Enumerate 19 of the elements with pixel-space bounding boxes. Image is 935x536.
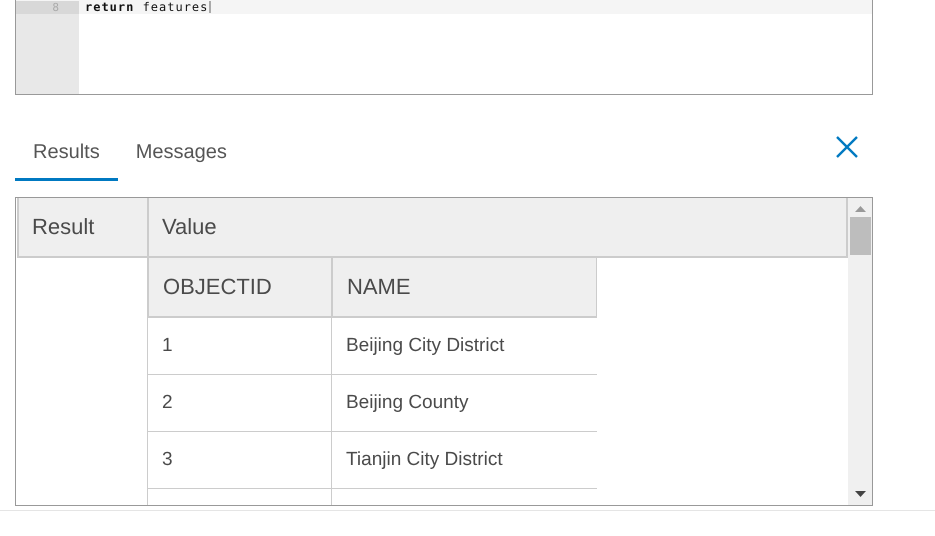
table-cell: Tianjin City District [331,432,597,489]
text-cursor [209,1,212,13]
up-arrow-icon[interactable] [854,206,866,212]
scrollbar[interactable] [848,198,872,505]
tab[interactable]: Messages [118,129,245,181]
table-cell: Beijing City District [331,318,597,375]
scrollbar-thumb[interactable] [850,217,870,255]
down-arrow-icon[interactable] [854,491,866,497]
column-header: NAME [331,258,597,318]
tab[interactable]: Results [15,129,118,181]
close-icon[interactable] [835,135,859,159]
column-header: Value [147,198,846,256]
table-cell: 2 [147,375,331,432]
column-header: OBJECTID [147,258,331,318]
table-cell: Beijing County [331,375,597,432]
column-header: Result [17,198,147,256]
table-cell: 1 [147,318,331,375]
code-line: return features [84,0,208,14]
table-cell: 3 [147,432,331,489]
